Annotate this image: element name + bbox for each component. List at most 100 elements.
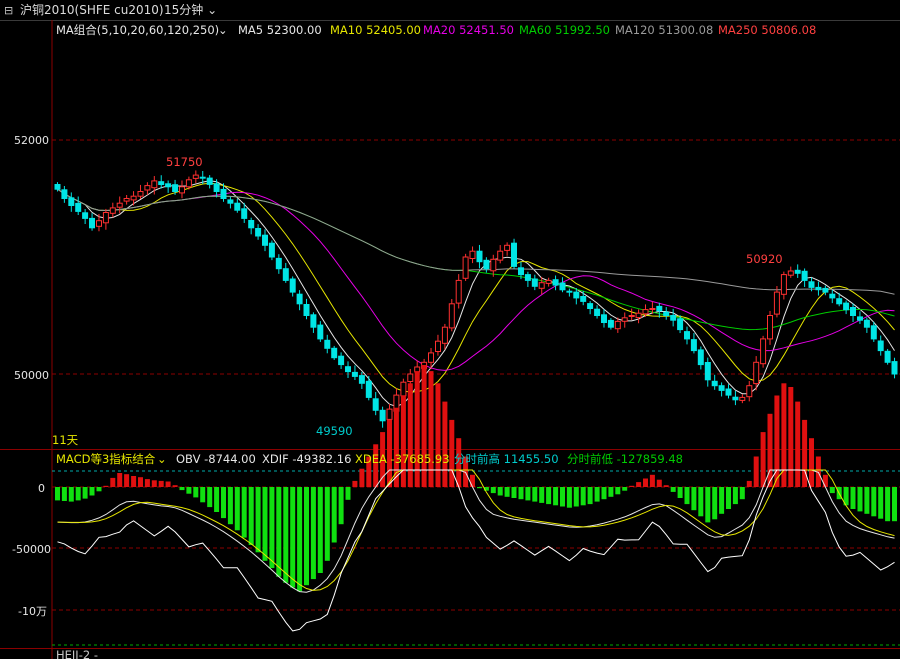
candle-body [331,347,338,359]
macd-bar [234,487,240,531]
macd-bar [269,487,275,569]
macd-bar [490,487,496,494]
macd-bar [131,476,137,487]
macd-bar [573,487,579,507]
macd-bar [359,468,365,487]
candle-body [545,279,552,284]
candle-body [324,339,331,349]
chevron-down-icon[interactable]: ⌄ [218,23,228,37]
candle-body [476,250,483,263]
macd-bar [221,487,226,519]
candle-body [670,315,677,321]
macd-bar [691,487,697,511]
candle-body [469,250,476,259]
macd-bar [622,487,628,491]
macd-bar [829,487,835,494]
candle-body [801,270,808,281]
candle-body [248,220,255,229]
macd-bar [636,482,642,487]
candle-body [621,317,628,322]
candle-body [767,315,773,340]
bottom-indicator-label[interactable]: HEJI-2 - [56,648,98,659]
candle-body [524,274,531,281]
candle-body [718,385,725,391]
candle-body [365,380,372,398]
macd-lines [57,469,895,632]
macd-bar [684,487,690,505]
macd-bar [788,387,794,487]
candle-body [607,319,614,328]
candle-body [628,315,635,317]
candle-body [518,267,524,276]
candle-body [296,293,303,305]
candle-body [345,366,351,373]
macd-bar [165,481,171,487]
candle-body [753,361,760,385]
candle-body [559,282,566,291]
candle-body [739,396,746,401]
grid [52,139,900,646]
price-chart[interactable]: MA组合(5,10,20,60,120,250) ⌄ MA5 52300.00 … [0,0,900,659]
candle-body [711,380,718,387]
candle-body [850,307,856,316]
period-count-label: 11天 [52,433,79,447]
macd-bar [864,487,870,514]
candle-body [787,270,794,276]
macd-bar [670,487,676,492]
macd-bar [138,477,143,487]
macd-bar [850,487,856,509]
ma120-readout: MA120 51300.08 [615,23,713,37]
candle-body [601,314,607,323]
candle-body [732,396,739,401]
macd-bar [892,487,897,522]
candle-body [358,375,365,384]
ma20-readout: MA20 52451.50 [423,23,514,37]
candle-body [808,281,815,288]
macd-bar [767,413,773,487]
macd-indicator-title[interactable]: MACD等3指标结合 [56,452,156,466]
macd-bar [55,487,60,501]
candle-body [531,278,538,287]
macd-bar [518,487,524,500]
ma250-readout: MA250 50806.08 [718,23,816,37]
candle-body [552,279,559,286]
chevron-down-icon[interactable]: ⌄ [157,452,167,466]
ma-indicator-title[interactable]: MA组合(5,10,20,60,120,250) [56,23,219,37]
candle-body [822,287,829,293]
candle-body [351,371,358,377]
macd-bar [407,383,413,487]
candle-body [780,274,787,295]
high2-annotation: 50920 [746,252,783,266]
macd-bar [601,487,607,500]
candle-body [490,258,497,272]
macd-bar [89,487,95,496]
candle-body [857,316,863,321]
candle-body [289,278,296,293]
candle-body [677,318,684,331]
candle-body [462,256,469,279]
candle-body [213,183,220,193]
macd-bar [795,401,801,487]
prev-high-readout: 分时前高 11455.50 [454,452,559,466]
candle-body [538,282,545,289]
macd-bar [124,474,130,487]
candle-body [697,349,704,366]
macd-bar [698,487,704,517]
ma-line-ma5 [57,180,895,408]
macd-bar [317,487,323,573]
candle-body [884,350,891,363]
candle-body [220,188,227,199]
candle-body [310,314,317,328]
candle-body [455,279,462,304]
macd-bar [726,487,731,509]
macd-bar [442,401,448,487]
candle-body [573,291,580,299]
xdif-readout: XDIF -49382.16 [262,452,351,466]
candle-body [407,373,414,382]
candle-body [725,388,732,396]
candle-body [704,362,711,381]
candle-body [690,339,697,352]
candle-body [773,291,780,315]
macd-bar [158,480,164,487]
macd-bar [214,487,220,512]
